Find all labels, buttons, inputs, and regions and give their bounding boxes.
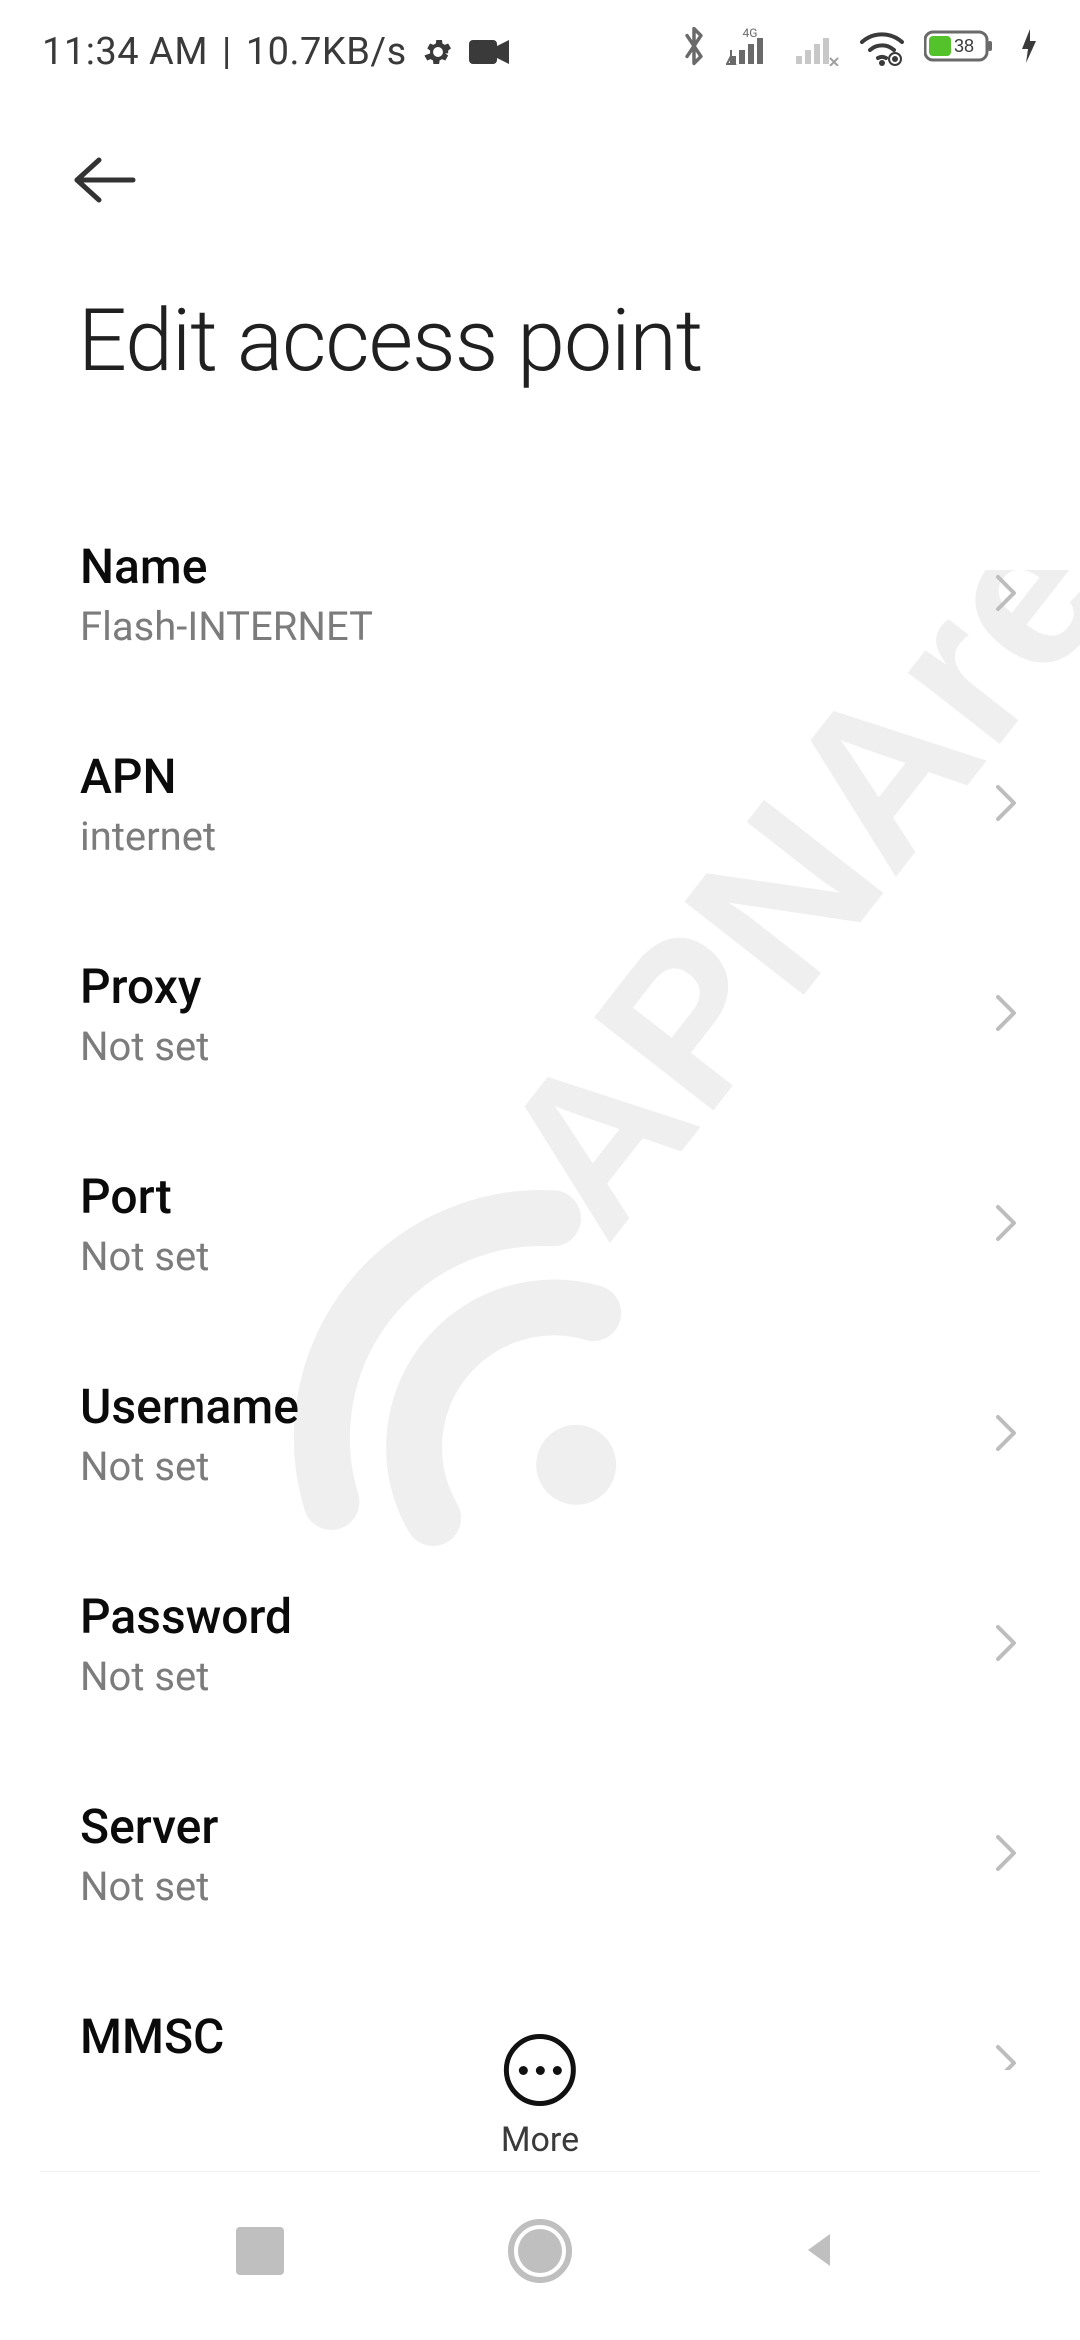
camera-icon bbox=[469, 38, 509, 66]
more-icon bbox=[519, 2066, 562, 2075]
chevron-right-icon bbox=[992, 779, 1020, 831]
nav-recents-button[interactable] bbox=[210, 2201, 310, 2301]
nav-back-button[interactable] bbox=[770, 2201, 870, 2301]
chevron-right-icon bbox=[992, 569, 1020, 621]
navigation-bar bbox=[0, 2172, 1080, 2340]
chevron-right-icon bbox=[992, 1199, 1020, 1251]
setting-value: Not set bbox=[80, 1443, 960, 1490]
arrow-left-icon bbox=[69, 152, 141, 211]
status-divider: | bbox=[222, 30, 232, 74]
signal-1-icon: 4G bbox=[726, 26, 774, 66]
setting-value: Not set bbox=[80, 1863, 960, 1910]
gear-icon bbox=[421, 35, 455, 69]
setting-row-password[interactable]: Password Not set bbox=[0, 1540, 1080, 1750]
setting-row-apn[interactable]: APN internet bbox=[0, 700, 1080, 910]
setting-value: Not set bbox=[80, 1233, 960, 1280]
setting-value: Not set bbox=[80, 1653, 960, 1700]
wifi-icon bbox=[858, 26, 906, 66]
setting-title: Port bbox=[80, 1168, 960, 1225]
setting-title: Username bbox=[80, 1378, 960, 1435]
setting-title: Proxy bbox=[80, 958, 960, 1015]
setting-row-server[interactable]: Server Not set bbox=[0, 1750, 1080, 1960]
status-time: 11:34 AM bbox=[42, 30, 208, 74]
more-button[interactable] bbox=[504, 2034, 576, 2106]
setting-row-port[interactable]: Port Not set bbox=[0, 1120, 1080, 1330]
setting-title: Name bbox=[80, 538, 960, 595]
setting-row-proxy[interactable]: Proxy Not set bbox=[0, 910, 1080, 1120]
status-net-speed: 10.7KB/s bbox=[246, 30, 407, 74]
recents-icon bbox=[236, 2227, 284, 2275]
setting-value: Flash-INTERNET bbox=[80, 603, 960, 650]
chevron-right-icon bbox=[992, 989, 1020, 1041]
more-label: More bbox=[501, 2120, 579, 2160]
more-wrap: More bbox=[501, 2034, 579, 2160]
charging-icon bbox=[1020, 27, 1038, 65]
svg-text:38: 38 bbox=[954, 36, 974, 56]
nav-home-button[interactable] bbox=[490, 2201, 590, 2301]
home-icon bbox=[508, 2219, 572, 2283]
page-title: Edit access point bbox=[78, 290, 702, 391]
setting-title: Server bbox=[80, 1798, 960, 1855]
back-triangle-icon bbox=[796, 2226, 844, 2277]
svg-text:4G: 4G bbox=[743, 26, 758, 40]
setting-value: Not set bbox=[80, 1023, 960, 1070]
battery-icon: 38 bbox=[924, 27, 1002, 65]
back-button[interactable] bbox=[60, 136, 150, 226]
setting-row-name[interactable]: Name Flash-INTERNET bbox=[0, 490, 1080, 700]
chevron-right-icon bbox=[992, 1829, 1020, 1881]
chevron-right-icon bbox=[992, 2039, 1020, 2070]
signal-2-icon bbox=[792, 26, 840, 66]
chevron-right-icon bbox=[992, 1619, 1020, 1671]
setting-title: Password bbox=[80, 1588, 960, 1645]
status-bar: 11:34 AM | 10.7KB/s 4G bbox=[0, 0, 1080, 100]
setting-value: internet bbox=[80, 813, 960, 860]
app-bar bbox=[0, 118, 1080, 258]
settings-list: Name Flash-INTERNET APN internet Proxy N… bbox=[0, 490, 1080, 2070]
bluetooth-icon bbox=[680, 24, 708, 68]
setting-title: APN bbox=[80, 748, 960, 805]
setting-row-username[interactable]: Username Not set bbox=[0, 1330, 1080, 1540]
chevron-right-icon bbox=[992, 1409, 1020, 1461]
